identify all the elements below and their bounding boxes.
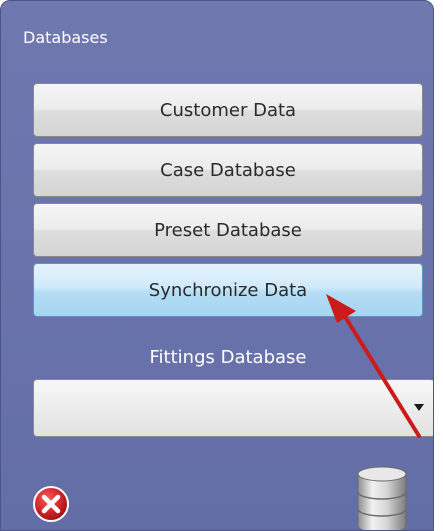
preset-database-button[interactable]: Preset Database <box>33 203 423 257</box>
fittings-database-label: Fittings Database <box>149 347 307 368</box>
fittings-database-select[interactable] <box>33 379 433 437</box>
panel-title: Databases <box>23 28 108 47</box>
close-icon[interactable] <box>32 485 70 523</box>
case-database-button[interactable]: Case Database <box>33 143 423 197</box>
databases-panel: Databases Customer Data Case Database Pr… <box>0 0 434 531</box>
customer-data-button[interactable]: Customer Data <box>33 83 423 137</box>
database-icon <box>357 466 407 530</box>
synchronize-data-button[interactable]: Synchronize Data <box>33 263 423 317</box>
chevron-down-icon <box>414 404 424 411</box>
